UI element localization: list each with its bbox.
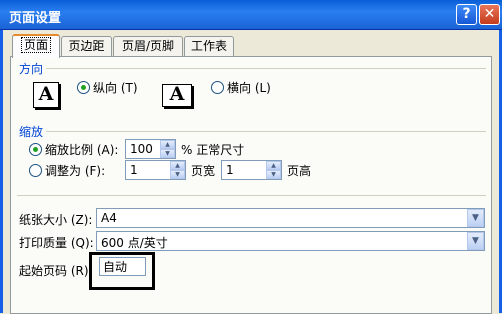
tall-up-arrow-icon[interactable]: ▲: [266, 161, 281, 170]
title-bar: 页面设置 ? ✕: [0, 0, 502, 30]
first-page-number-input[interactable]: [99, 257, 146, 276]
orientation-group-title: 方向: [19, 62, 44, 76]
scale-up-arrow-icon[interactable]: ▲: [160, 140, 175, 149]
tab-margins-label: 页边距: [68, 39, 105, 53]
tab-sheet-label: 工作表: [190, 39, 227, 53]
landscape-page-icon: A: [162, 84, 192, 107]
print-quality-dropdown-icon[interactable]: ▼: [467, 232, 484, 250]
portrait-page-icon: A: [33, 82, 59, 108]
tab-page[interactable]: 页面: [12, 34, 60, 58]
pages-wide-label: 页宽: [191, 164, 216, 178]
paper-divider: [17, 195, 486, 196]
tall-down-arrow-icon[interactable]: ▼: [266, 170, 281, 179]
orientation-divider: [46, 68, 486, 69]
scale-percent-value: 100: [130, 142, 153, 156]
pages-tall-label: 页高: [287, 164, 312, 178]
scaling-group-title: 缩放: [19, 125, 44, 139]
wide-up-arrow-icon[interactable]: ▲: [170, 161, 185, 170]
print-quality-select[interactable]: 600 点/英寸 ▼: [96, 231, 485, 251]
help-button[interactable]: ?: [456, 4, 477, 25]
fit-to-label[interactable]: 调整为 (F):: [45, 162, 105, 179]
fit-pages-tall-stepper[interactable]: 1 ▲ ▼: [221, 160, 282, 180]
landscape-label[interactable]: 横向 (L): [227, 79, 271, 96]
paper-size-value: A4: [101, 211, 117, 225]
fit-pages-wide-stepper[interactable]: 1 ▲ ▼: [125, 160, 186, 180]
portrait-radio[interactable]: [77, 81, 90, 94]
adjust-to-radio[interactable]: [29, 143, 42, 156]
wide-down-arrow-icon[interactable]: ▼: [170, 170, 185, 179]
tab-header-footer[interactable]: 页眉/页脚: [113, 36, 183, 56]
window-title: 页面设置: [9, 11, 62, 26]
fit-pages-tall-value: 1: [226, 163, 234, 177]
fit-to-radio[interactable]: [29, 164, 42, 177]
portrait-label[interactable]: 纵向 (T): [93, 79, 138, 96]
paper-size-select[interactable]: A4 ▼: [96, 208, 485, 228]
paper-size-label: 纸张大小 (Z):: [19, 213, 93, 227]
first-page-number-label: 起始页码 (R):: [19, 264, 93, 278]
tab-page-label: 页面: [20, 37, 51, 53]
tab-header-footer-label: 页眉/页脚: [121, 39, 175, 53]
tab-sheet[interactable]: 工作表: [184, 36, 234, 56]
scaling-divider: [46, 131, 486, 132]
adjust-to-label[interactable]: 缩放比例 (A):: [45, 141, 118, 158]
print-quality-label: 打印质量 (Q):: [19, 236, 94, 250]
close-button[interactable]: ✕: [479, 4, 500, 25]
tab-margins[interactable]: 页边距: [61, 36, 112, 56]
scale-percent-stepper[interactable]: 100 ▲ ▼: [125, 139, 176, 159]
scale-down-arrow-icon[interactable]: ▼: [160, 149, 175, 158]
fit-pages-wide-value: 1: [130, 163, 138, 177]
landscape-radio[interactable]: [211, 81, 224, 94]
percent-normal-size-label: % 正常尺寸: [181, 143, 245, 157]
paper-size-dropdown-icon[interactable]: ▼: [467, 209, 484, 227]
print-quality-value: 600 点/英寸: [101, 236, 168, 250]
